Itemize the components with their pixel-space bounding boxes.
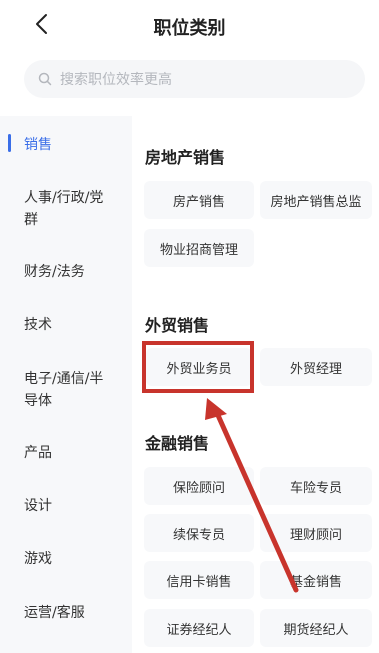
chip-real-estate-sales[interactable]: 房产销售 <box>144 181 254 219</box>
page-title: 职位类别 <box>153 18 226 39</box>
chip-credit-card-sales[interactable]: 信用卡销售 <box>144 561 254 599</box>
sidebar-item-hr-admin[interactable]: 人事/行政/党群 <box>0 187 132 231</box>
chip-real-estate-director[interactable]: 房地产销售总监 <box>260 181 372 219</box>
section-title-real-estate: 房地产销售 <box>145 148 226 167</box>
category-sidebar: 销售 人事/行政/党群 财务/法务 技术 电子/通信/半导体 产品 设计 游戏 … <box>0 116 132 653</box>
sidebar-item-electronics[interactable]: 电子/通信/半导体 <box>0 368 132 412</box>
sidebar-item-games[interactable]: 游戏 <box>0 548 132 570</box>
chip-foreign-trade-manager[interactable]: 外贸经理 <box>260 348 372 386</box>
sidebar-item-design[interactable]: 设计 <box>0 495 132 517</box>
sidebar-item-finance-legal[interactable]: 财务/法务 <box>0 261 132 283</box>
chip-insurance-advisor[interactable]: 保险顾问 <box>144 467 254 505</box>
chip-futures-broker[interactable]: 期货经纪人 <box>260 609 372 647</box>
sidebar-item-operations[interactable]: 运营/客服 <box>0 602 132 624</box>
chip-auto-insurance[interactable]: 车险专员 <box>260 467 372 505</box>
chip-renewal-specialist[interactable]: 续保专员 <box>144 514 254 552</box>
section-title-foreign-trade: 外贸销售 <box>145 316 210 335</box>
chip-wealth-advisor[interactable]: 理财顾问 <box>260 514 372 552</box>
chip-property-leasing[interactable]: 物业招商管理 <box>144 229 254 267</box>
search-bar[interactable]: 搜索职位效率更高 <box>24 60 365 98</box>
header: 职位类别 <box>0 0 379 52</box>
job-category-page: 职位类别 搜索职位效率更高 销售 人事/行政/党群 财务/法务 技术 电子/通信… <box>0 0 379 653</box>
annotation-highlight-box <box>142 341 254 393</box>
chip-securities-broker[interactable]: 证券经纪人 <box>144 609 254 647</box>
search-icon <box>38 72 52 86</box>
chip-fund-sales[interactable]: 基金销售 <box>260 561 372 599</box>
sidebar-item-tech[interactable]: 技术 <box>0 314 132 336</box>
sidebar-item-product[interactable]: 产品 <box>0 442 132 464</box>
search-placeholder: 搜索职位效率更高 <box>60 72 172 88</box>
section-title-finance-sales: 金融销售 <box>145 434 210 453</box>
sidebar-item-sales[interactable]: 销售 <box>0 134 132 156</box>
